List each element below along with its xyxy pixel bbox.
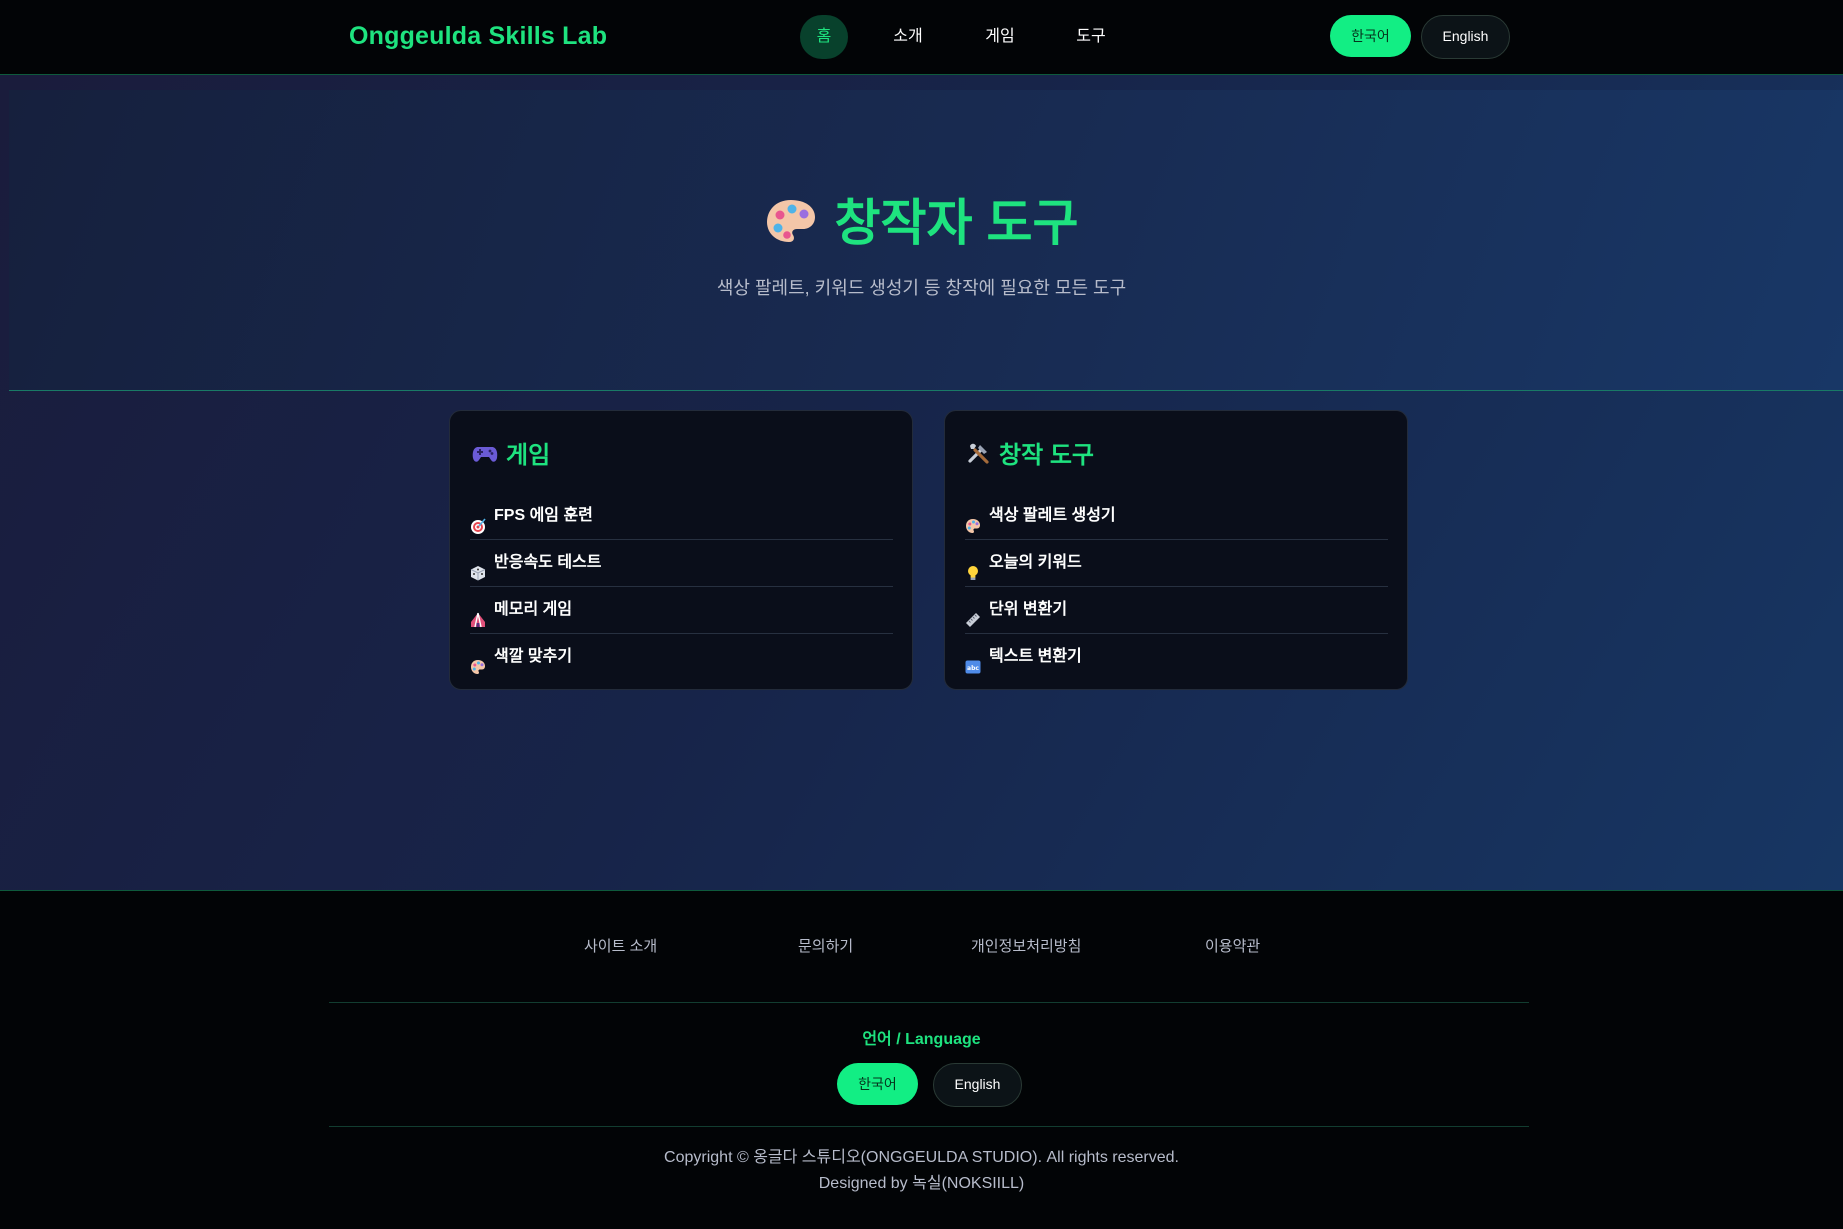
nav-tools[interactable]: 도구 <box>1071 15 1111 59</box>
ruler-icon <box>965 601 983 627</box>
list-item-label: 단위 변환기 <box>989 601 1068 618</box>
nav-home[interactable]: 홈 <box>800 15 848 59</box>
list-item-label: 색상 팔레트 생성기 <box>989 507 1116 524</box>
tools-card-title-text: 창작 도구 <box>999 442 1094 469</box>
games-card-title: 게임 <box>472 435 550 471</box>
list-item-unit-converter[interactable]: 단위 변환기 <box>965 587 1388 634</box>
site-footer: 사이트 소개 문의하기 개인정보처리방침 이용약관 언어 / Language … <box>0 890 1843 1229</box>
site-logo[interactable]: Onggeulda Skills Lab <box>349 22 607 51</box>
tools-icon <box>967 441 991 472</box>
site-header: Onggeulda Skills Lab 홈 소개 게임 도구 한국어 Engl… <box>0 0 1843 75</box>
list-item-label: 색깔 맞추기 <box>494 648 573 665</box>
list-item-label: 오늘의 키워드 <box>989 554 1082 571</box>
list-item-label: 텍스트 변환기 <box>989 648 1082 665</box>
footer-links: 사이트 소개 문의하기 개인정보처리방침 이용약관 <box>0 935 1843 959</box>
header-lang-en-button[interactable]: English <box>1421 15 1510 59</box>
nav-about[interactable]: 소개 <box>888 15 928 59</box>
circus-tent-icon <box>470 601 488 628</box>
tools-card: 창작 도구 색상 팔레트 생성기 오늘의 키워드 단위 변환기 abc 텍스트 … <box>944 410 1408 690</box>
dice-icon <box>470 554 488 581</box>
games-card-title-text: 게임 <box>506 442 551 469</box>
footer-link-terms[interactable]: 이용약관 <box>1205 935 1260 956</box>
palette-icon <box>470 648 488 674</box>
footer-divider <box>329 1126 1529 1127</box>
header-lang-ko-button[interactable]: 한국어 <box>1330 15 1411 57</box>
list-item-label: 메모리 게임 <box>494 601 573 618</box>
list-item-label: 반응속도 테스트 <box>494 554 602 571</box>
footer-lang-en-button[interactable]: English <box>933 1063 1022 1107</box>
footer-link-privacy[interactable]: 개인정보처리방침 <box>971 935 1081 956</box>
svg-text:abc: abc <box>967 665 979 672</box>
nav-games[interactable]: 게임 <box>980 15 1020 59</box>
list-item-fps-aim[interactable]: FPS 에임 훈련 <box>470 493 893 540</box>
tools-card-title: 창작 도구 <box>967 435 1094 472</box>
target-icon <box>470 507 488 534</box>
abc-icon: abc <box>965 648 983 674</box>
footer-copyright: Copyright © 옹글다 스튜디오(ONGGEULDA STUDIO). … <box>0 1145 1843 1197</box>
list-item-palette-generator[interactable]: 색상 팔레트 생성기 <box>965 493 1388 540</box>
copyright-text: Copyright © 옹글다 스튜디오(ONGGEULDA STUDIO). … <box>664 1149 1179 1166</box>
tools-list: 색상 팔레트 생성기 오늘의 키워드 단위 변환기 abc 텍스트 변환기 <box>965 493 1388 680</box>
page-title-text: 창작자 도구 <box>834 195 1079 251</box>
list-item-text-converter[interactable]: abc 텍스트 변환기 <box>965 634 1388 680</box>
footer-link-contact[interactable]: 문의하기 <box>798 935 853 956</box>
games-card: 게임 FPS 에임 훈련 반응속도 테스트 메모리 게임 색깔 맞추기 <box>449 410 913 690</box>
list-item-color-match[interactable]: 색깔 맞추기 <box>470 634 893 680</box>
list-item-reaction-test[interactable]: 반응속도 테스트 <box>470 540 893 587</box>
page-title: 창작자 도구 <box>0 183 1843 257</box>
gamepad-icon <box>472 443 498 471</box>
designed-by-text: Designed by 녹실(NOKSIILL) <box>818 1175 1025 1192</box>
footer-language-label: 언어 / Language <box>862 1031 981 1048</box>
games-list: FPS 에임 훈련 반응속도 테스트 메모리 게임 색깔 맞추기 <box>470 493 893 680</box>
palette-icon <box>965 507 983 533</box>
page-subtitle: 색상 팔레트, 키워드 생성기 등 창작에 필요한 모든 도구 <box>716 278 1127 298</box>
palette-icon <box>765 197 817 257</box>
footer-divider <box>329 1002 1529 1003</box>
list-item-daily-keyword[interactable]: 오늘의 키워드 <box>965 540 1388 587</box>
list-item-memory-game[interactable]: 메모리 게임 <box>470 587 893 634</box>
lightbulb-icon <box>965 554 983 580</box>
list-item-label: FPS 에임 훈련 <box>494 507 593 524</box>
footer-link-about[interactable]: 사이트 소개 <box>584 935 657 956</box>
footer-lang-ko-button[interactable]: 한국어 <box>837 1063 918 1105</box>
main-content: 창작자 도구 색상 팔레트, 키워드 생성기 등 창작에 필요한 모든 도구 게… <box>0 75 1843 890</box>
